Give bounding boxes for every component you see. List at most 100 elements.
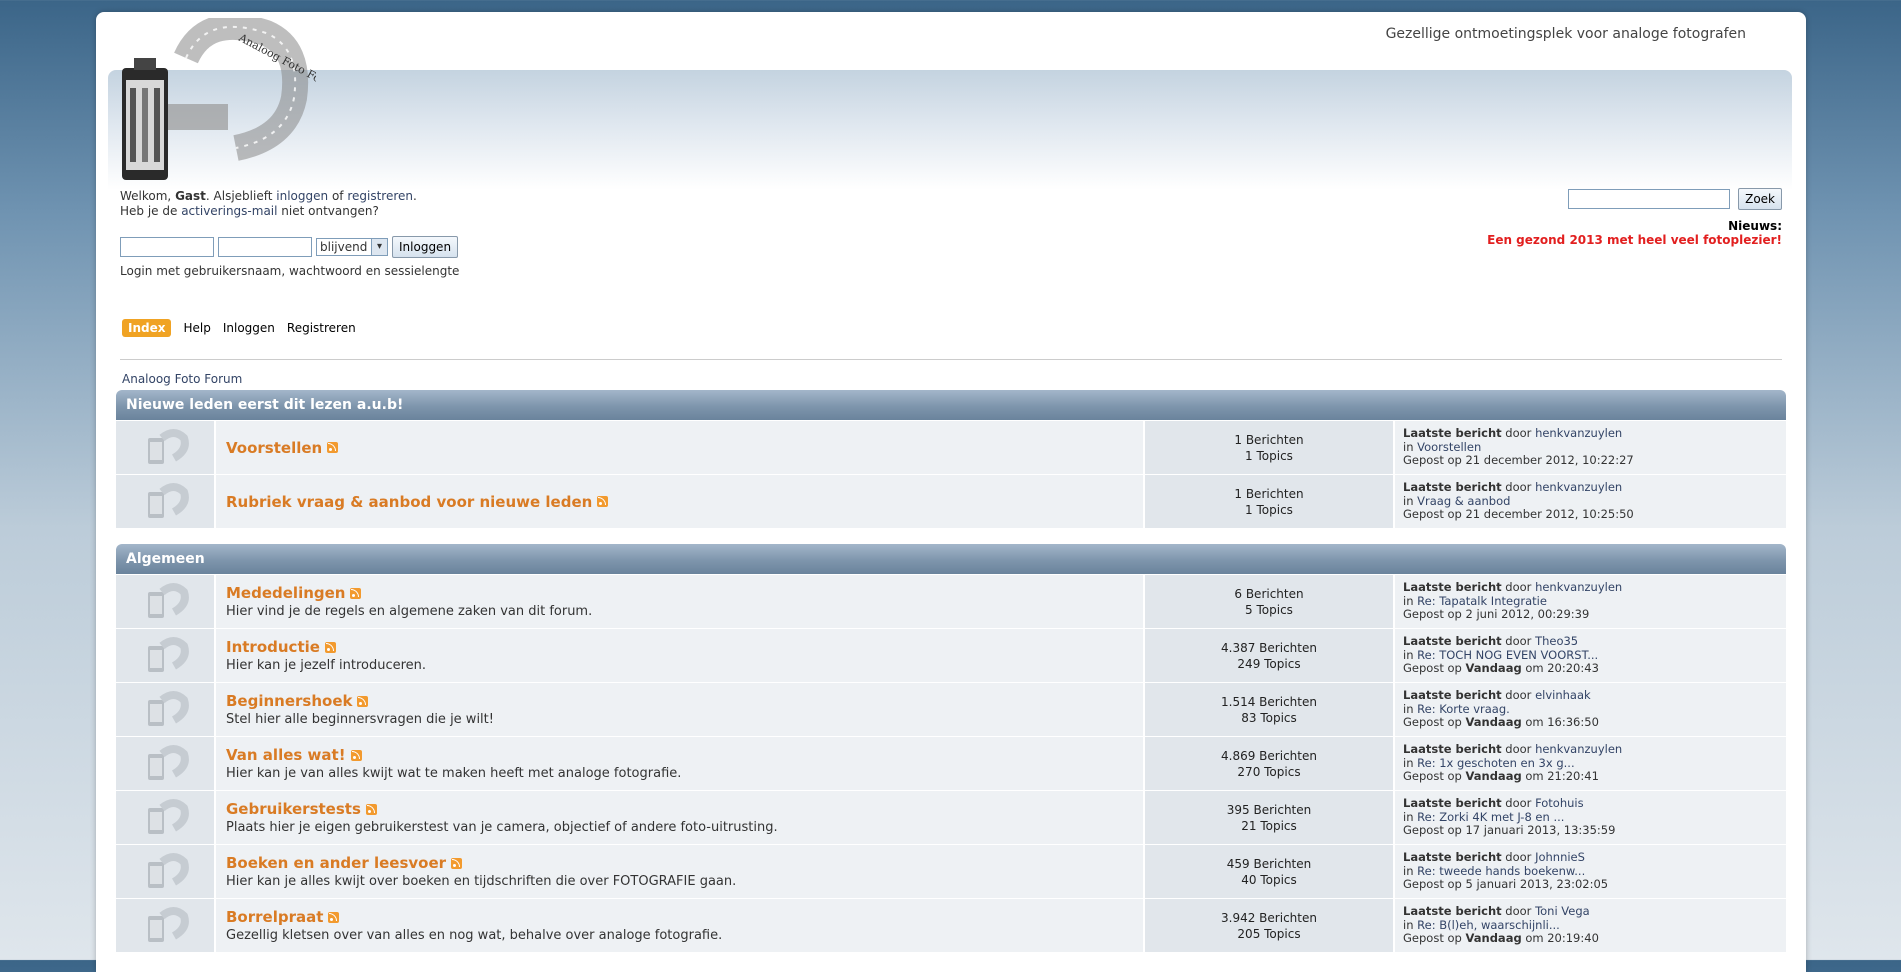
last-post-author-link[interactable]: henkvanzuylen <box>1535 580 1622 595</box>
rss-icon[interactable] <box>597 496 609 507</box>
rss-icon[interactable] <box>324 641 336 653</box>
post-count: 395 Berichten <box>1226 802 1312 817</box>
last-post-author-link[interactable]: Fotohuis <box>1535 796 1584 811</box>
board-stats: 1 Berichten 1 Topics <box>1145 475 1393 528</box>
board-description: Stel hier alle beginnersvragen die je wi… <box>226 712 494 727</box>
board-icon <box>116 683 214 736</box>
board-info: Borrelpraat Gezellig kletsen over van al… <box>216 899 1143 952</box>
username-input[interactable] <box>120 237 214 257</box>
board-stats: 4.869 Berichten 270 Topics <box>1145 737 1393 790</box>
rss-icon[interactable] <box>350 587 362 599</box>
site-tagline: Gezellige ontmoetingsplek voor analoge f… <box>1385 26 1746 42</box>
header-band <box>108 70 1792 190</box>
category-header[interactable]: Nieuwe leden eerst dit lezen a.u.b! <box>116 390 1786 420</box>
main-nav: Index Help Inloggen Registreren <box>122 319 356 337</box>
breadcrumb[interactable]: Analoog Foto Forum <box>122 372 242 386</box>
board-title-link[interactable]: Van alles wat! <box>226 746 346 764</box>
rss-icon[interactable] <box>365 803 377 815</box>
last-post-label: Laatste bericht <box>1403 904 1502 919</box>
last-post-topic-link[interactable]: Vraag & aanbod <box>1417 494 1510 508</box>
board-info: Rubriek vraag & aanbod voor nieuwe leden <box>216 475 1143 528</box>
board-row: Boeken en ander leesvoer Hier kan je all… <box>116 845 1786 898</box>
topic-count: 205 Topics <box>1237 926 1301 941</box>
last-post-topic-link[interactable]: Re: Korte vraag. <box>1417 702 1510 716</box>
board-title-link[interactable]: Borrelpraat <box>226 908 323 926</box>
last-post-date: 21 december 2012, 10:25:50 <box>1465 507 1634 522</box>
last-post-author-link[interactable]: henkvanzuylen <box>1535 480 1622 495</box>
board-title-link[interactable]: Beginnershoek <box>226 692 352 710</box>
nav-register[interactable]: Registreren <box>287 321 356 335</box>
last-post-label: Laatste bericht <box>1403 580 1502 595</box>
login-link[interactable]: inloggen <box>276 189 328 203</box>
last-post-topic-link[interactable]: Re: Tapatalk Integratie <box>1417 594 1547 608</box>
board-stats: 3.942 Berichten 205 Topics <box>1145 899 1393 952</box>
topic-count: 1 Topics <box>1245 448 1293 463</box>
nav-help[interactable]: Help <box>183 321 210 335</box>
board-title-link[interactable]: Voorstellen <box>226 439 322 457</box>
rss-icon[interactable] <box>350 749 362 761</box>
last-post: Laatste bericht door elvinhaak in Re: Ko… <box>1395 683 1786 736</box>
category-header[interactable]: Algemeen <box>116 544 1786 574</box>
password-input[interactable] <box>218 237 312 257</box>
forum-logo[interactable]: Analoog Foto Forum.nl <box>116 13 356 190</box>
board-title-link[interactable]: Rubriek vraag & aanbod voor nieuwe leden <box>226 493 592 511</box>
last-post-label: Laatste bericht <box>1403 688 1502 703</box>
post-count: 1 Berichten <box>1234 486 1304 501</box>
last-post-topic-link[interactable]: Re: TOCH NOG EVEN VOORST... <box>1417 648 1598 662</box>
last-post-topic-link[interactable]: Re: 1x geschoten en 3x g... <box>1417 756 1574 770</box>
last-post-author-link[interactable]: henkvanzuylen <box>1535 742 1622 757</box>
last-post-topic-link[interactable]: Re: Zorki 4K met J-8 en ... <box>1417 810 1564 824</box>
board-title-link[interactable]: Introductie <box>226 638 320 656</box>
session-length-select[interactable]: blijvend ▾ <box>316 238 388 256</box>
last-post-topic-link[interactable]: Voorstellen <box>1417 440 1481 454</box>
last-post-author-link[interactable]: henkvanzuylen <box>1535 426 1622 441</box>
board-stats: 1.514 Berichten 83 Topics <box>1145 683 1393 736</box>
last-post-date: om 21:20:41 <box>1525 769 1599 784</box>
board-row: Gebruikerstests Plaats hier je eigen geb… <box>116 791 1786 844</box>
last-post-author-link[interactable]: JohnnieS <box>1535 850 1585 865</box>
last-post: Laatste bericht door Theo35 in Re: TOCH … <box>1395 629 1786 682</box>
chevron-down-icon: ▾ <box>371 239 387 255</box>
board-info: Gebruikerstests Plaats hier je eigen geb… <box>216 791 1143 844</box>
topic-count: 83 Topics <box>1241 710 1297 725</box>
board-stats: 4.387 Berichten 249 Topics <box>1145 629 1393 682</box>
board-title-link[interactable]: Mededelingen <box>226 584 345 602</box>
nav-index[interactable]: Index <box>122 319 172 337</box>
last-post: Laatste bericht door henkvanzuylen in Re… <box>1395 575 1786 628</box>
rss-icon[interactable] <box>327 442 339 453</box>
last-post: Laatste bericht door henkvanzuylen in Vo… <box>1395 421 1786 474</box>
last-post-topic-link[interactable]: Re: B(l)eh, waarschijnli... <box>1417 918 1560 932</box>
guest-name: Gast <box>175 189 206 203</box>
board-info: Mededelingen Hier vind je de regels en a… <box>216 575 1143 628</box>
search-form: Zoek <box>1568 188 1782 210</box>
board-row: Introductie Hier kan je jezelf introduce… <box>116 629 1786 682</box>
rss-icon[interactable] <box>451 857 463 869</box>
board-title-link[interactable]: Gebruikerstests <box>226 800 361 818</box>
rss-icon[interactable] <box>357 695 369 707</box>
last-post-label: Laatste bericht <box>1403 480 1502 495</box>
board-row: Van alles wat! Hier kan je van alles kwi… <box>116 737 1786 790</box>
board-info: Introductie Hier kan je jezelf introduce… <box>216 629 1143 682</box>
last-post-topic-link[interactable]: Re: tweede hands boekenw... <box>1417 864 1585 878</box>
rss-icon[interactable] <box>328 911 340 923</box>
search-input[interactable] <box>1568 189 1731 209</box>
collapse-header-icon[interactable]: ︿ <box>1750 26 1768 44</box>
last-post-label: Laatste bericht <box>1403 850 1502 865</box>
last-post-author-link[interactable]: Toni Vega <box>1535 904 1590 919</box>
last-post: Laatste bericht door henkvanzuylen in Vr… <box>1395 475 1786 528</box>
nav-login[interactable]: Inloggen <box>223 321 275 335</box>
news-text: Een gezond 2013 met heel veel fotoplezie… <box>1487 233 1782 247</box>
board-title-link[interactable]: Boeken en ander leesvoer <box>226 854 446 872</box>
post-count: 3.942 Berichten <box>1221 910 1317 925</box>
last-post-label: Laatste bericht <box>1403 796 1502 811</box>
last-post-author-link[interactable]: elvinhaak <box>1535 688 1591 703</box>
post-count: 1 Berichten <box>1234 432 1304 447</box>
activation-mail-link[interactable]: activerings-mail <box>181 204 277 218</box>
register-link[interactable]: registreren <box>347 189 413 203</box>
last-post-author-link[interactable]: Theo35 <box>1535 634 1578 649</box>
post-count: 6 Berichten <box>1234 586 1304 601</box>
login-button[interactable]: Inloggen <box>392 236 459 258</box>
search-button[interactable]: Zoek <box>1738 188 1782 210</box>
board-icon <box>116 575 214 628</box>
last-post-date: 21 december 2012, 10:22:27 <box>1465 453 1634 468</box>
